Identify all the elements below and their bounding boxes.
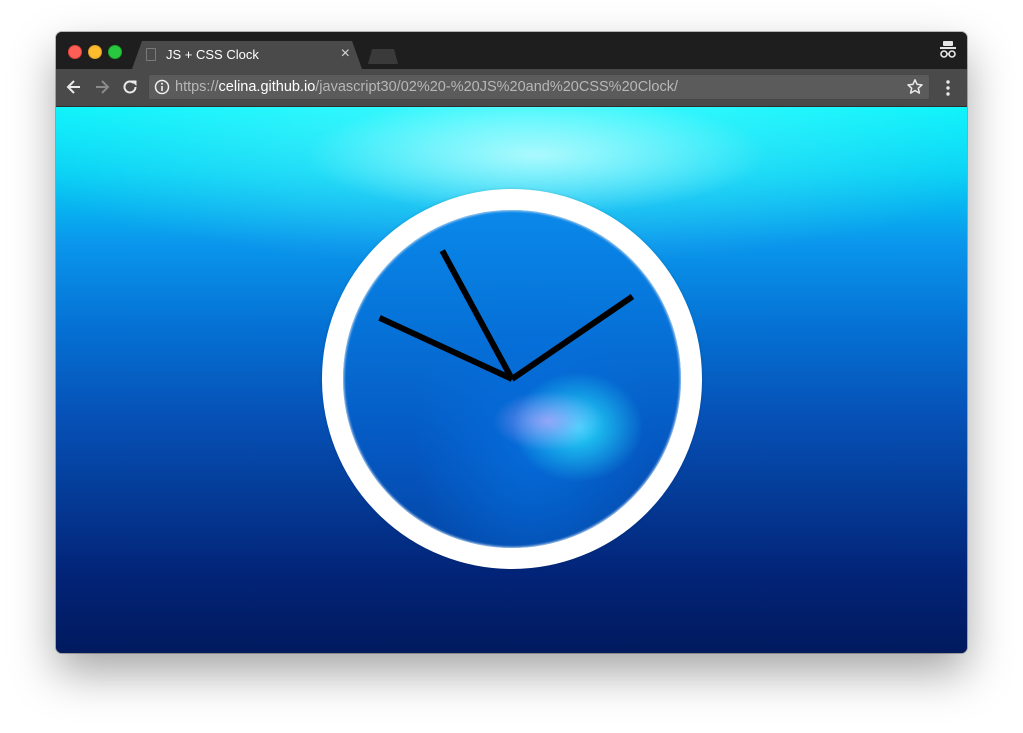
url-host: celina.github.io [218,79,316,95]
clock-hands [378,249,635,382]
reload-icon[interactable] [120,77,140,97]
toolbar: https://celina.github.io/javascript30/02… [56,69,967,107]
url-path: /javascript30/02%20-%20JS%20and%20CSS%20… [315,79,678,95]
page-viewport [56,107,967,653]
tab-close-icon[interactable]: × [341,45,350,63]
browser-window: JS + CSS Clock × https://celina.github.i… [56,32,967,653]
back-arrow-icon[interactable] [64,77,84,97]
zoom-window-button[interactable] [108,45,122,59]
info-icon[interactable] [154,79,170,95]
page-icon [146,48,156,61]
menu-icon[interactable] [940,78,956,98]
url-scheme: https:// [175,79,219,95]
tab-active[interactable]: JS + CSS Clock × [132,41,362,69]
tab-strip: JS + CSS Clock × [56,32,967,69]
address-bar[interactable]: https://celina.github.io/javascript30/02… [148,74,930,100]
clock-hand-a [510,294,635,382]
star-icon[interactable] [906,78,924,96]
forward-arrow-icon[interactable] [92,77,112,97]
incognito-icon [940,41,956,58]
url-text: https://celina.github.io/javascript30/02… [175,79,678,95]
close-window-button[interactable] [68,45,82,59]
minimize-window-button[interactable] [88,45,102,59]
new-tab-button[interactable] [368,49,398,64]
tab-title: JS + CSS Clock [166,47,259,62]
